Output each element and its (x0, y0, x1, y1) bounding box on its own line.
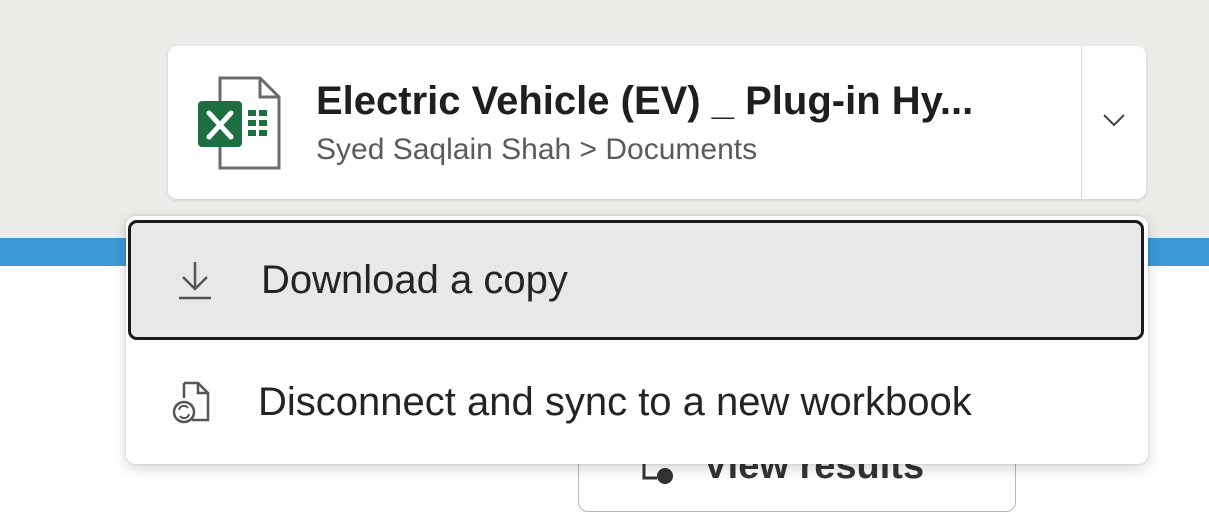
menu-item-label: Download a copy (261, 257, 568, 302)
file-info[interactable]: Electric Vehicle (EV) _ Plug-in Hy... Sy… (168, 46, 1081, 199)
file-actions-menu: Download a copy Disconnect and sync to a… (126, 216, 1148, 464)
menu-item-disconnect-sync[interactable]: Disconnect and sync to a new workbook (126, 344, 1148, 460)
file-path: Syed Saqlain Shah > Documents (316, 132, 758, 166)
expand-file-menu-button[interactable] (1082, 46, 1146, 199)
file-card: Electric Vehicle (EV) _ Plug-in Hy... Sy… (168, 46, 1146, 199)
menu-item-download-copy[interactable]: Download a copy (128, 220, 1144, 340)
document-sync-icon (172, 380, 212, 424)
excel-file-icon (198, 75, 282, 171)
download-icon (175, 258, 215, 302)
chevron-down-icon (1103, 113, 1125, 132)
file-title: Electric Vehicle (EV) _ Plug-in Hy... (316, 78, 974, 123)
file-texts: Electric Vehicle (EV) _ Plug-in Hy... Sy… (316, 76, 973, 170)
menu-item-label: Disconnect and sync to a new workbook (258, 379, 972, 424)
